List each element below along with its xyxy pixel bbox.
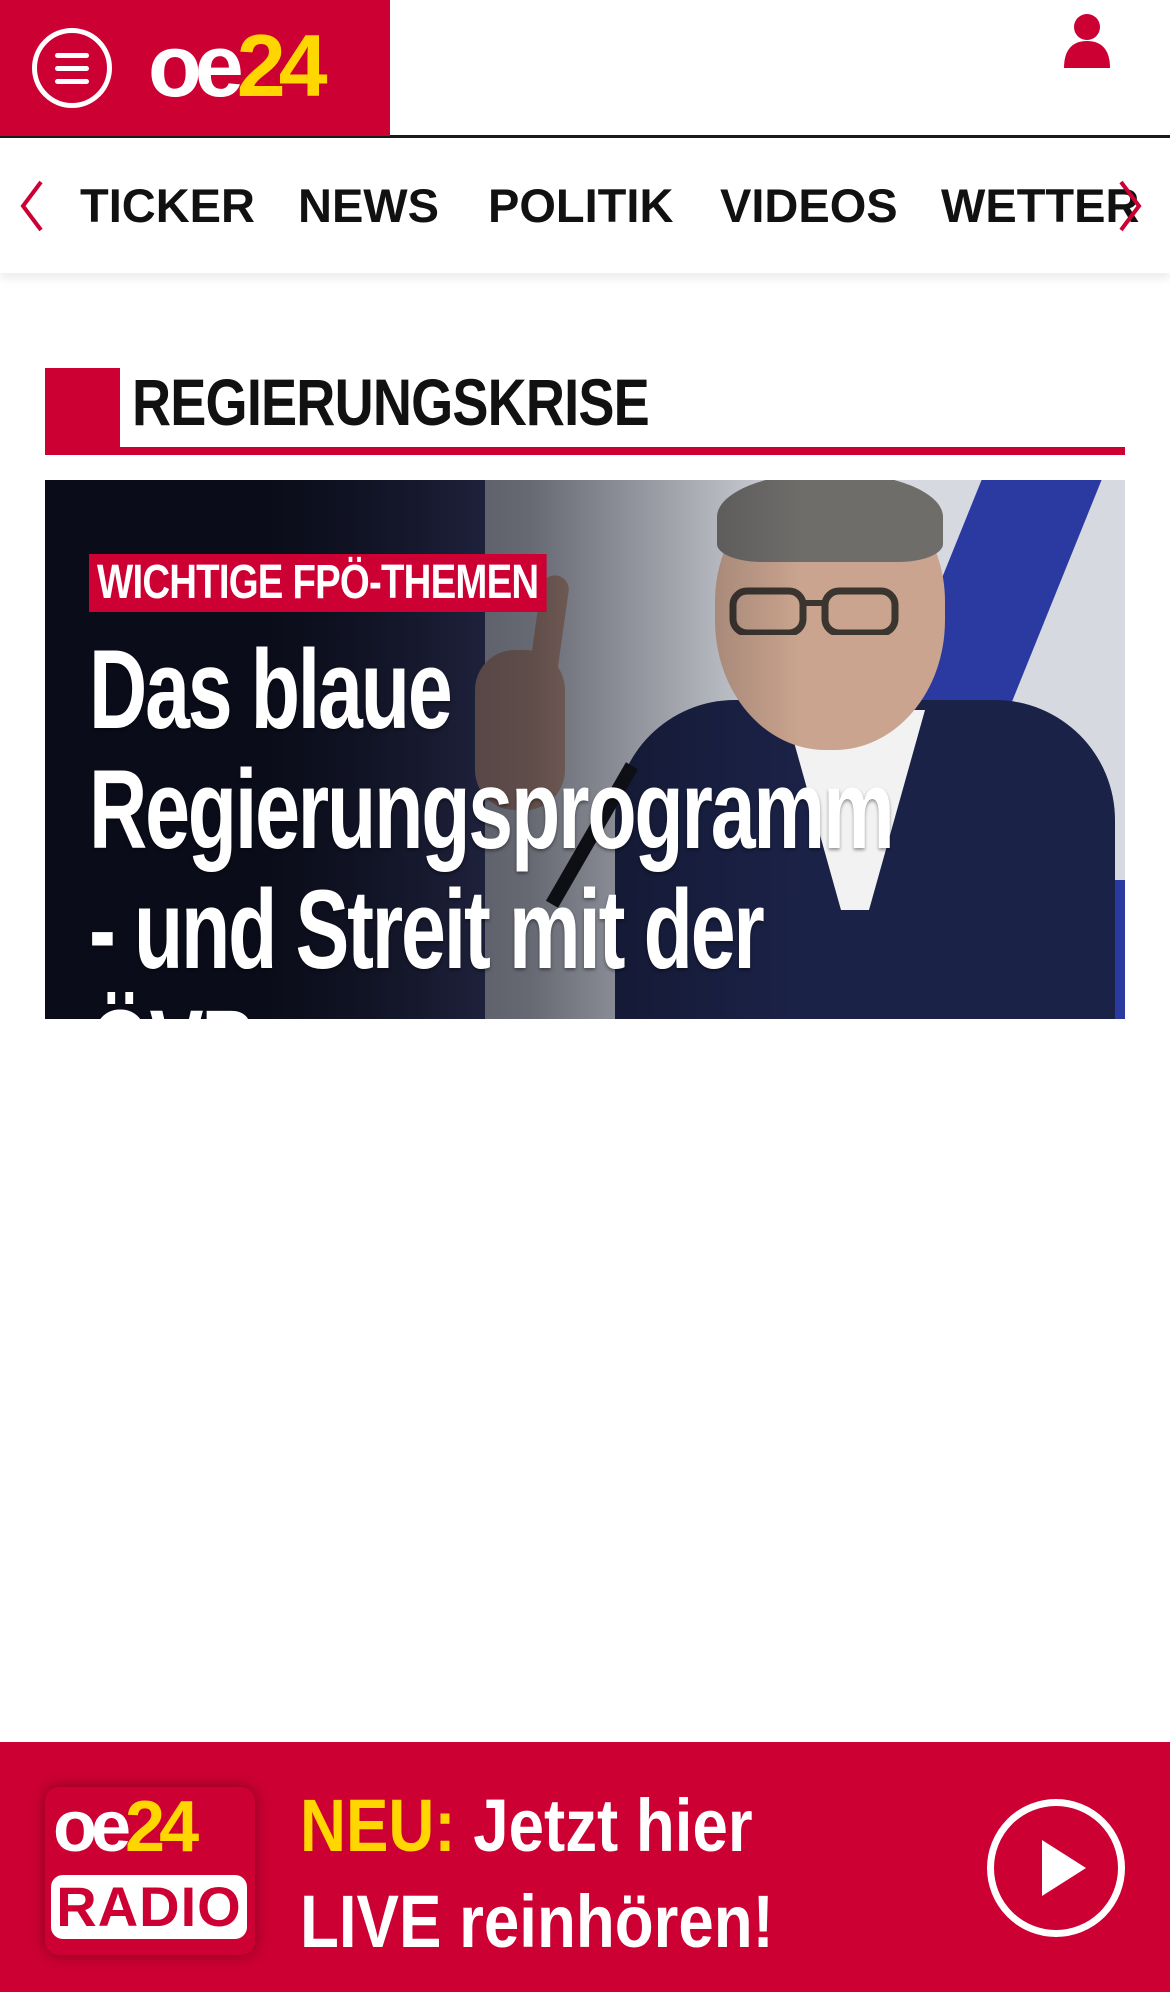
radio-logo-oe: oe (53, 1787, 131, 1867)
radio-line2: LIVE reinhören! (300, 1880, 774, 1963)
logo-24-text: 24 (236, 16, 328, 115)
radio-logo: oe24 RADIO (45, 1787, 255, 1955)
section-title-underline (45, 447, 1125, 455)
chevron-left-icon[interactable] (17, 178, 47, 234)
site-logo[interactable]: oe24 (148, 22, 328, 110)
play-icon[interactable] (987, 1799, 1125, 1937)
radio-banner[interactable]: oe24 RADIO NEU: Jetzt hier LIVE reinhöre… (0, 1742, 1170, 1992)
hamburger-menu-icon[interactable] (32, 28, 112, 108)
hero-headline[interactable]: Das blaue Regierungsprogramm - und Strei… (89, 630, 917, 1020)
hero-article-card[interactable]: WICHTIGE FPÖ-THEMEN Das blaue Regierungs… (45, 480, 1125, 1019)
section-title-bar (45, 368, 120, 454)
nav-item-videos[interactable]: VIDEOS (720, 178, 898, 234)
hero-kicker: WICHTIGE FPÖ-THEMEN (89, 554, 547, 612)
logo-oe-text: oe (148, 16, 244, 115)
brand-block: oe24 (0, 0, 390, 136)
nav-item-politik[interactable]: POLITIK (488, 178, 673, 234)
radio-line1: Jetzt hier (455, 1784, 753, 1867)
radio-promo-text: NEU: Jetzt hier LIVE reinhören! (300, 1778, 774, 1970)
nav-item-wetter[interactable]: WETTER (941, 178, 1139, 234)
radio-logo-label: RADIO (56, 1875, 242, 1938)
chevron-right-icon[interactable] (1115, 178, 1145, 234)
radio-new-label: NEU: (300, 1784, 456, 1867)
radio-logo-24: 24 (125, 1787, 199, 1867)
category-nav: TICKER NEWS POLITIK VIDEOS WETTER (0, 138, 1170, 273)
site-header: oe24 (0, 0, 1170, 138)
user-account-icon[interactable] (1062, 12, 1112, 70)
section-title[interactable]: REGIERUNGSKRISE (132, 364, 650, 440)
nav-item-ticker[interactable]: TICKER (80, 178, 255, 234)
nav-item-news[interactable]: NEWS (298, 178, 439, 234)
